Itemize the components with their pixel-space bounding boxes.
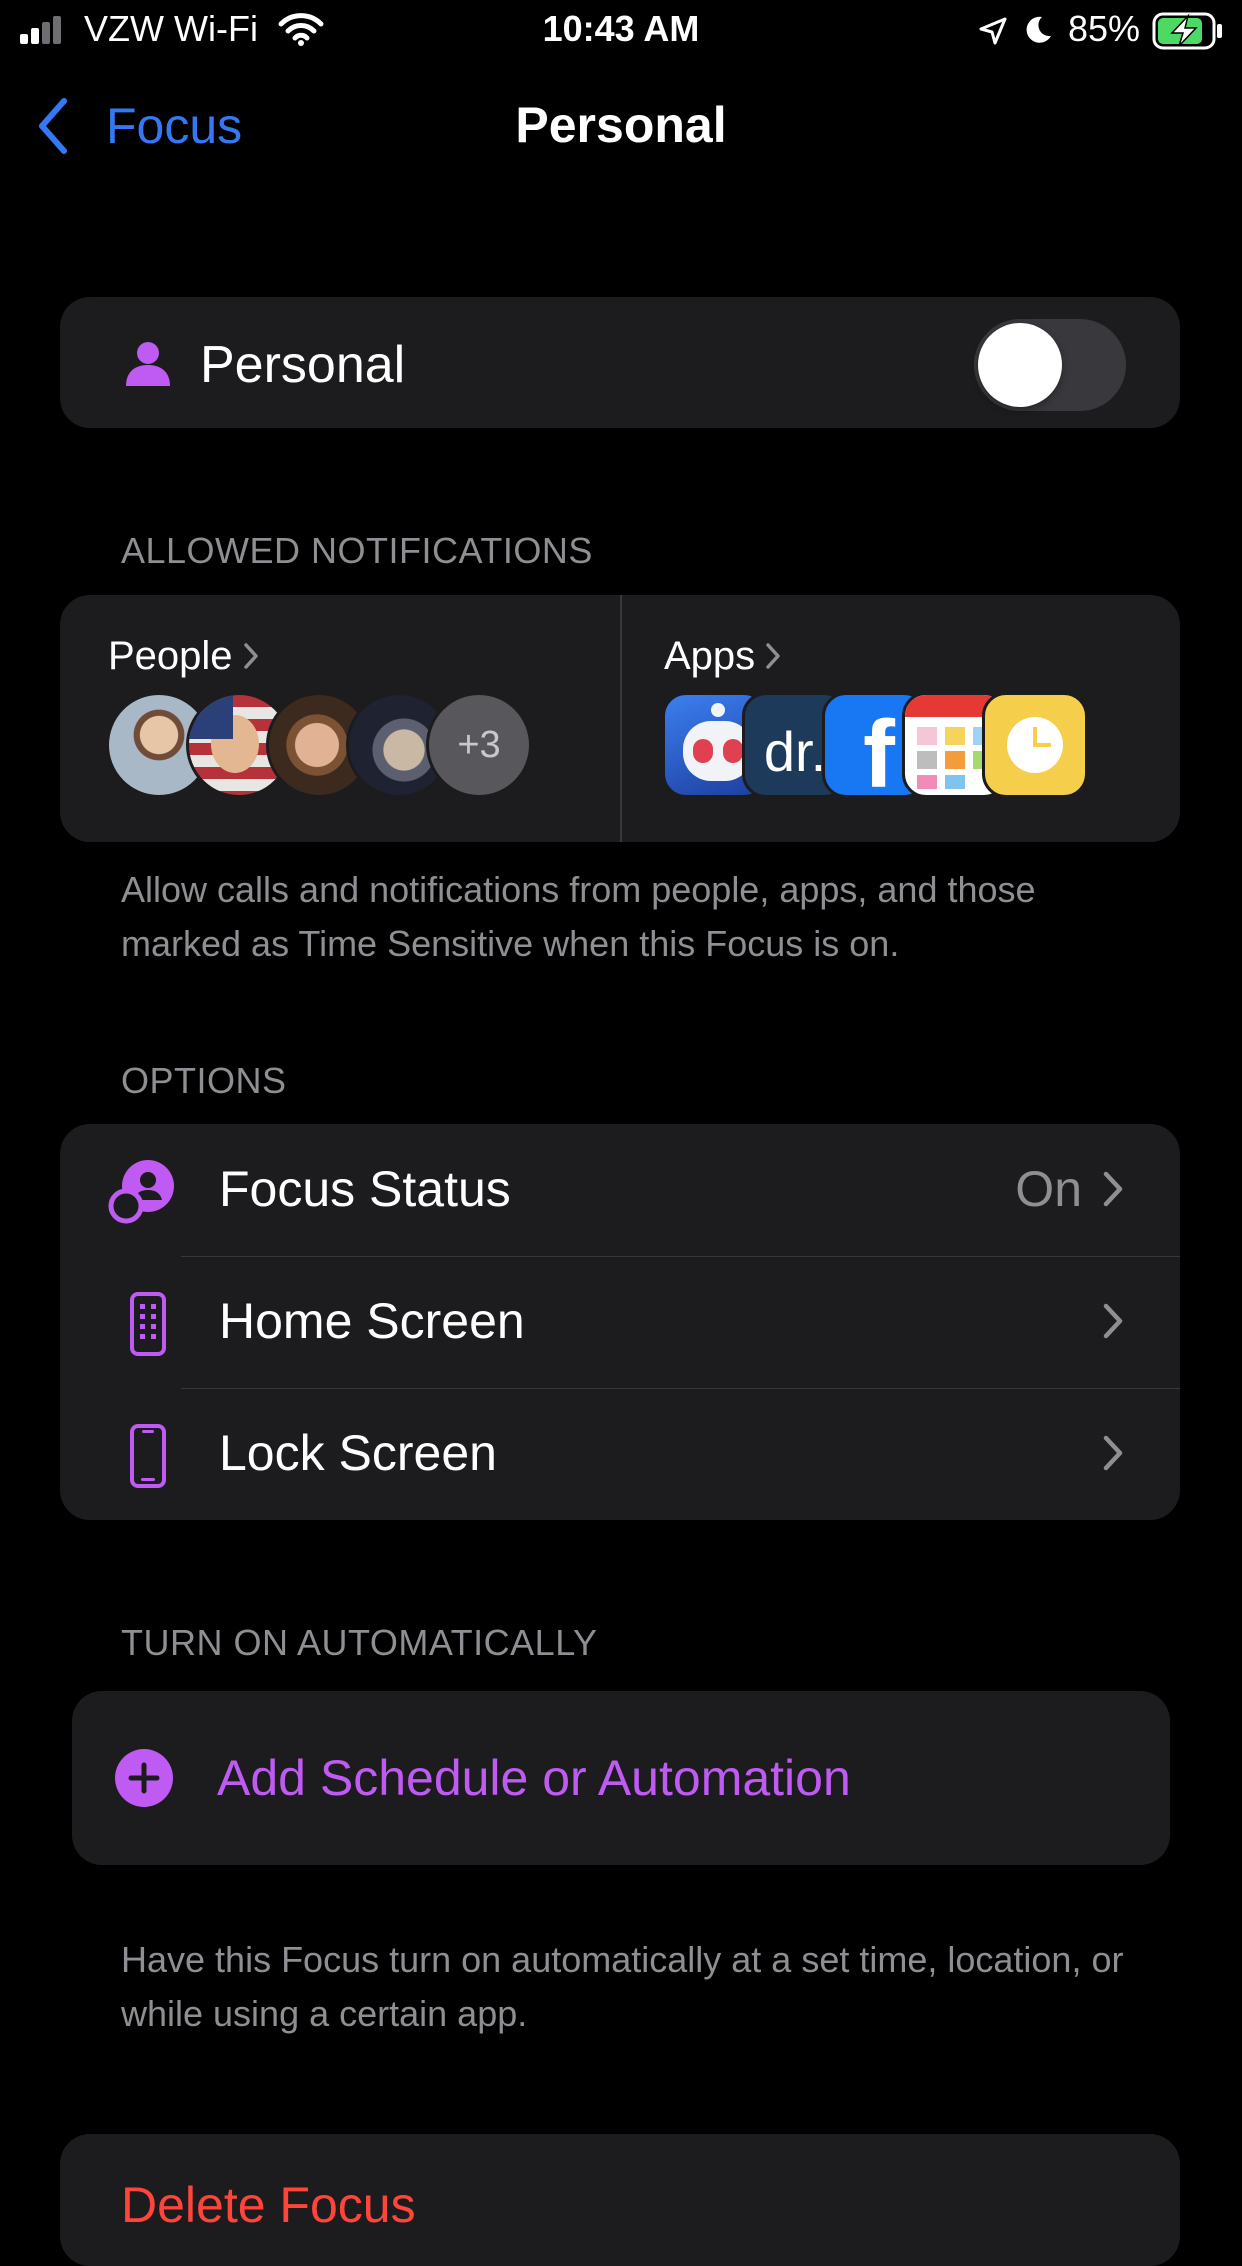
battery-charging-icon xyxy=(1152,12,1222,50)
moon-icon xyxy=(1026,16,1051,43)
home-screen-icon xyxy=(130,1292,166,1356)
apps-label: Apps xyxy=(664,633,756,678)
option-label: Lock Screen xyxy=(219,1425,497,1481)
automation-header: TURN ON AUTOMATICALLY xyxy=(121,1622,598,1663)
focus-name-label: Personal xyxy=(200,336,406,394)
plus-circle-icon xyxy=(115,1749,173,1807)
people-button[interactable]: People xyxy=(108,628,259,684)
toggle-knob xyxy=(978,323,1062,407)
home-screen-row[interactable]: Home Screen xyxy=(60,1256,1180,1388)
options-card: Focus Status On Home Screen Lock Screen xyxy=(60,1124,1180,1520)
chevron-right-icon xyxy=(1103,1171,1123,1207)
focus-status-row[interactable]: Focus Status On xyxy=(60,1124,1180,1256)
more-people-badge: +3 xyxy=(426,692,532,798)
chevron-right-icon xyxy=(766,643,780,669)
automation-footer: Have this Focus turn on automatically at… xyxy=(121,1939,1124,2034)
apps-button[interactable]: Apps xyxy=(664,628,781,684)
focus-status-icon xyxy=(108,1160,174,1224)
chevron-right-icon xyxy=(1103,1303,1123,1339)
focus-toggle-row: Personal xyxy=(60,297,1180,428)
delete-focus-button[interactable]: Delete Focus xyxy=(60,2134,1180,2266)
location-arrow-icon xyxy=(979,17,1007,45)
focus-toggle-switch[interactable] xyxy=(974,319,1126,411)
allowed-notifications-header: ALLOWED NOTIFICATIONS xyxy=(121,530,593,571)
battery-percent: 85% xyxy=(1068,8,1141,49)
clock-icon xyxy=(982,692,1088,798)
add-automation-button[interactable]: Add Schedule or Automation xyxy=(72,1691,1170,1865)
option-label: Home Screen xyxy=(219,1293,525,1349)
lock-screen-icon xyxy=(130,1424,166,1488)
chevron-right-icon xyxy=(1103,1435,1123,1471)
options-header: OPTIONS xyxy=(121,1060,287,1101)
option-label: Focus Status xyxy=(219,1161,511,1217)
status-time: 10:43 AM xyxy=(542,8,700,49)
lock-screen-row[interactable]: Lock Screen xyxy=(60,1388,1180,1520)
chevron-right-icon xyxy=(243,643,258,669)
add-automation-label: Add Schedule or Automation xyxy=(217,1750,851,1806)
allowed-notifications-footer: Allow calls and notifications from peopl… xyxy=(121,869,1036,964)
option-value: On xyxy=(1015,1161,1082,1217)
delete-focus-label: Delete Focus xyxy=(121,2177,416,2233)
people-label: People xyxy=(108,633,233,678)
column-divider xyxy=(620,595,622,842)
page-title: Personal xyxy=(515,97,727,153)
person-icon xyxy=(126,342,170,386)
